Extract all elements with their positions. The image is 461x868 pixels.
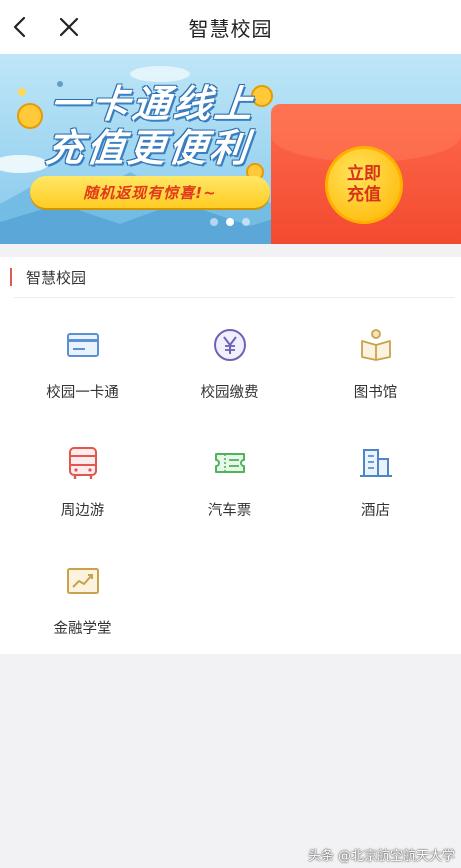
grid-label: 校园缴费 <box>200 385 259 401</box>
promo-banner[interactable]: 一卡通线上 充值更便利 随机返现有惊喜!~ 立即 充值 <box>0 54 461 244</box>
carousel-dot[interactable] <box>242 218 250 226</box>
section-divider <box>14 297 455 298</box>
carousel-dot[interactable] <box>210 218 218 226</box>
back-button[interactable] <box>2 9 38 45</box>
chart-icon <box>66 568 99 594</box>
grid-item-finance-school[interactable]: 金融学堂 <box>6 563 159 673</box>
grid-item-campus-card[interactable]: 校园一卡通 <box>6 327 159 437</box>
grid-label: 图书馆 <box>353 385 398 401</box>
recharge-now-button[interactable]: 立即 充值 <box>325 146 403 224</box>
carousel-dot-active[interactable] <box>226 218 234 226</box>
ticket-icon <box>214 453 245 473</box>
banner-headline-line1: 一卡通线上 <box>48 82 258 126</box>
grid-label: 校园一卡通 <box>46 385 119 401</box>
grid-label: 周边游 <box>60 503 105 519</box>
recharge-label-line2: 充值 <box>347 185 381 205</box>
grid-item-nearby-travel[interactable]: 周边游 <box>6 445 159 555</box>
grid-item-library[interactable]: 图书馆 <box>299 327 452 437</box>
grid-item-bus-ticket[interactable]: 汽车票 <box>153 445 306 555</box>
close-icon <box>59 17 79 37</box>
smart-campus-section: 智慧校园 校园一卡通 校园缴费 图书馆 周边游 汽车票 酒店 金融学堂 <box>0 257 461 654</box>
promo-text: 随机返现有惊喜!~ <box>83 183 217 202</box>
yuan-icon <box>213 329 246 361</box>
recharge-label-line1: 立即 <box>347 164 381 184</box>
close-button[interactable] <box>51 9 87 45</box>
grid-item-campus-payment[interactable]: 校园缴费 <box>153 327 306 437</box>
carousel-indicator <box>210 218 250 226</box>
section-header: 智慧校园 <box>0 257 461 297</box>
grid-label: 汽车票 <box>207 503 252 519</box>
card-icon <box>66 333 99 357</box>
section-title: 智慧校园 <box>26 269 87 287</box>
book-icon <box>360 329 391 361</box>
grid-label: 金融学堂 <box>53 621 112 637</box>
watermark: 头条 @北京航空航天大学 <box>307 849 455 864</box>
banner-headline-line2: 充值更便利 <box>43 126 254 170</box>
chevron-left-icon <box>13 16 26 38</box>
promo-pill: 随机返现有惊喜!~ <box>30 176 270 208</box>
page-title: 智慧校园 <box>188 16 273 41</box>
banner-headline: 一卡通线上 充值更便利 <box>43 82 257 170</box>
grid-label: 酒店 <box>361 503 390 519</box>
bus-icon <box>68 447 97 479</box>
section-accent-bar <box>10 268 12 286</box>
grid-item-hotel[interactable]: 酒店 <box>299 445 452 555</box>
top-navbar: 智慧校园 <box>0 0 461 54</box>
building-icon <box>359 449 392 477</box>
